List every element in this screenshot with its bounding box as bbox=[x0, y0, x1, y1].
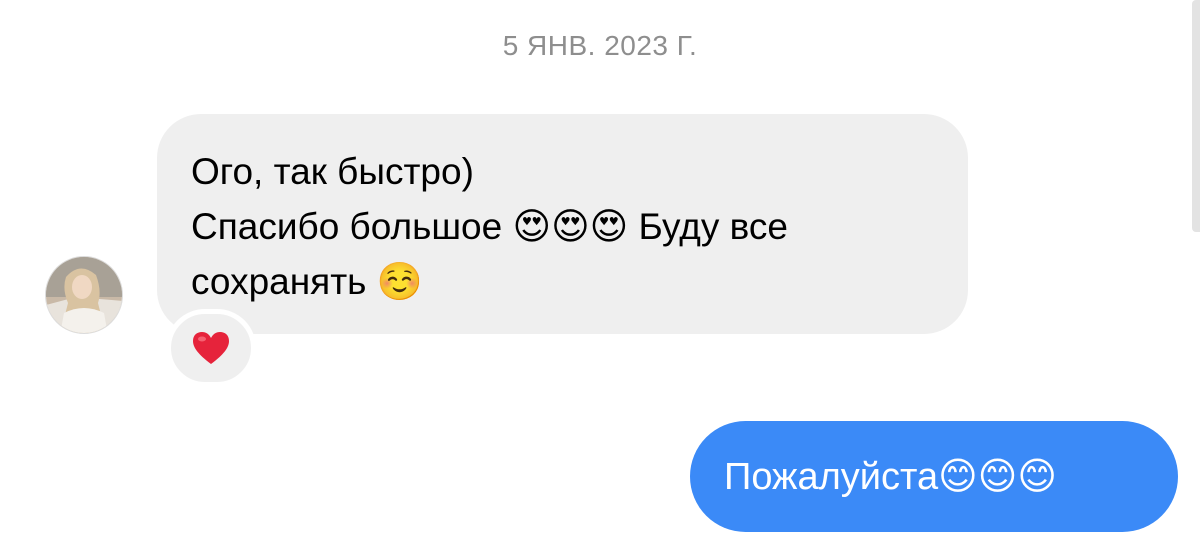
avatar-photo-icon bbox=[46, 257, 122, 333]
message-line: Спасибо большое 😍😍😍 Буду все bbox=[191, 206, 788, 247]
outgoing-message-bubble[interactable]: Пожалуйста😊😊😊 bbox=[690, 421, 1178, 532]
message-text: Пожалуйста😊😊😊 bbox=[724, 456, 1057, 498]
message-line: Ого, так быстро) bbox=[191, 151, 474, 192]
incoming-message-bubble[interactable]: Ого, так быстро) Спасибо большое 😍😍😍 Буд… bbox=[157, 114, 968, 334]
heart-reaction[interactable] bbox=[166, 309, 256, 387]
message-line: сохранять ☺️ bbox=[191, 261, 423, 302]
red-heart-icon bbox=[193, 332, 229, 364]
sender-avatar[interactable] bbox=[45, 256, 123, 334]
date-divider: 5 ЯНВ. 2023 Г. bbox=[502, 30, 698, 61]
